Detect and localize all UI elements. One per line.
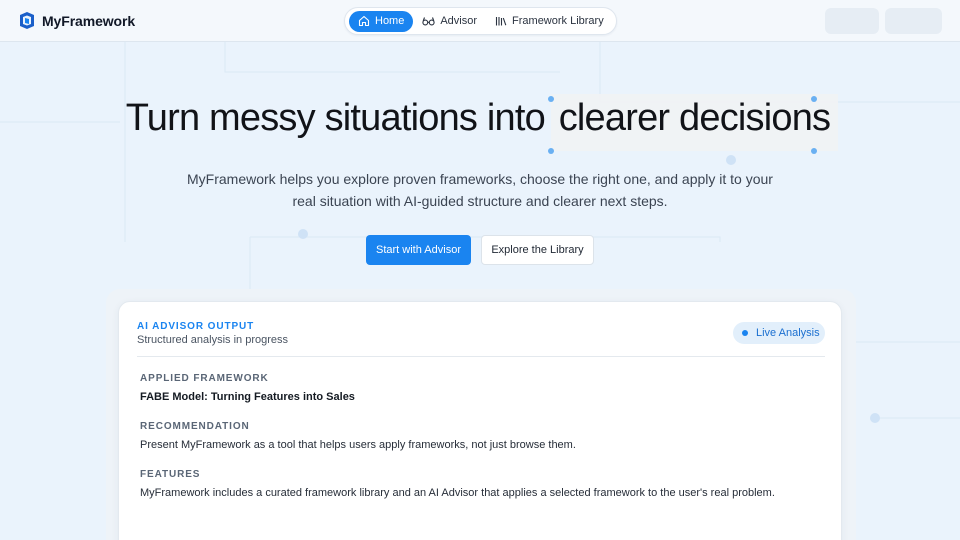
live-badge-label: Live Analysis xyxy=(756,327,820,339)
advisor-output-card: AI ADVISOR OUTPUT Structured analysis in… xyxy=(118,301,842,540)
live-dot-icon xyxy=(742,330,748,336)
main-nav: Home Advisor Framework Library xyxy=(344,7,617,35)
selection-handle[interactable] xyxy=(811,148,817,154)
hero-subtitle-line2: real situation with AI-guided structure … xyxy=(292,193,668,209)
selection-handle[interactable] xyxy=(811,96,817,102)
section-label-recommendation: RECOMMENDATION xyxy=(140,421,250,432)
top-header: MyFramework Home Advisor Framework Libra… xyxy=(0,0,960,42)
nav-advisor-label: Advisor xyxy=(440,15,478,27)
divider xyxy=(137,356,825,357)
section-value-features: MyFramework includes a curated framework… xyxy=(140,487,775,499)
hero-title-main: Turn messy situations into xyxy=(125,97,546,139)
glasses-icon xyxy=(422,15,435,27)
brand-name: MyFramework xyxy=(42,12,136,29)
placeholder-button-1[interactable] xyxy=(825,8,879,34)
section-label-framework: APPLIED FRAMEWORK xyxy=(140,373,269,384)
nav-home[interactable]: Home xyxy=(349,10,414,32)
brand[interactable]: MyFramework xyxy=(19,12,135,29)
hero-title-highlight-text: clearer decisions xyxy=(558,97,831,139)
nav-home-label: Home xyxy=(375,15,405,27)
home-icon xyxy=(358,15,370,27)
placeholder-button-2[interactable] xyxy=(885,8,942,34)
selection-handle[interactable] xyxy=(548,96,554,102)
start-with-advisor-button[interactable]: Start with Advisor xyxy=(366,235,471,265)
hero-title-highlight: clearer decisions xyxy=(550,94,839,151)
section-value-recommendation: Present MyFramework as a tool that helps… xyxy=(140,439,576,451)
nav-library-label: Framework Library xyxy=(512,15,604,27)
logo-icon xyxy=(20,12,34,29)
section-label-features: FEATURES xyxy=(140,469,201,480)
library-icon xyxy=(495,15,507,27)
selection-handle[interactable] xyxy=(548,148,554,154)
explore-library-button[interactable]: Explore the Library xyxy=(481,235,594,265)
nav-framework-library[interactable]: Framework Library xyxy=(486,11,613,32)
hero-subtitle: MyFramework helps you explore proven fra… xyxy=(180,168,780,212)
live-analysis-badge: Live Analysis xyxy=(733,322,825,344)
hero-subtitle-line1: MyFramework helps you explore proven fra… xyxy=(187,171,773,187)
hero-title: Turn messy situations into clearer decis… xyxy=(0,94,960,151)
card-status: Structured analysis in progress xyxy=(137,334,289,346)
nav-advisor[interactable]: Advisor xyxy=(413,11,486,32)
card-eyebrow: AI ADVISOR OUTPUT xyxy=(137,321,255,332)
section-value-framework: FABE Model: Turning Features into Sales xyxy=(140,391,355,403)
